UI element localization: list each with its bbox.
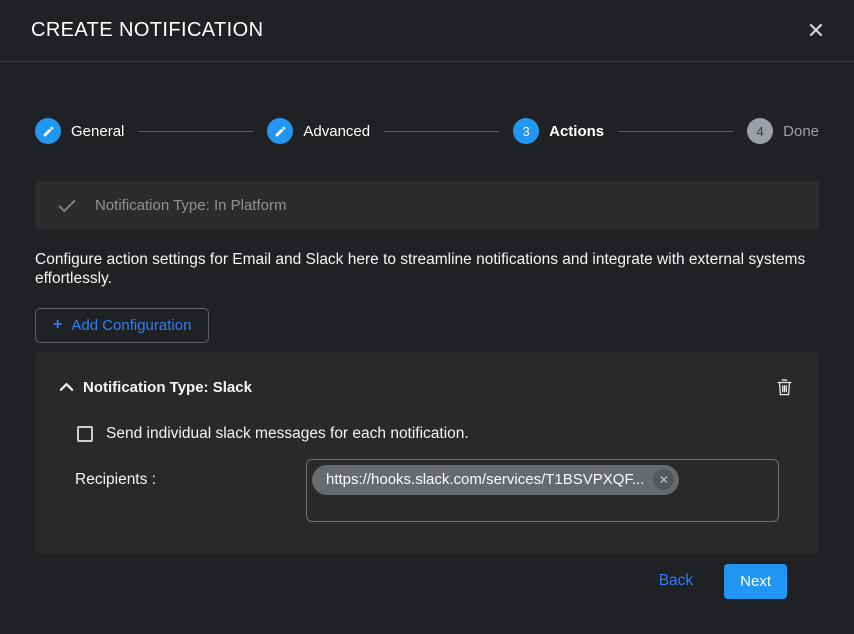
step-general[interactable]: General [35,118,124,144]
slack-panel-header: Notification Type: Slack [59,376,795,399]
step-number-badge: 4 [747,118,773,144]
step-number-badge: 3 [513,118,539,144]
step-done[interactable]: 4 Done [747,118,819,144]
close-icon[interactable]: ✕ [802,17,830,45]
stepper-connector [384,131,499,132]
modal-header: CREATE NOTIFICATION ✕ [0,0,854,62]
step-label-actions: Actions [549,123,604,140]
add-configuration-button[interactable]: + Add Configuration [35,308,209,343]
notification-type-label: Notification Type: In Platform [95,197,286,214]
plus-icon: + [53,317,62,333]
recipient-chip-text: https://hooks.slack.com/services/T1BSVPX… [326,471,644,488]
notification-type-bar: Notification Type: In Platform [35,181,819,230]
modal-footer: Back Next [35,564,819,599]
recipients-input[interactable]: https://hooks.slack.com/services/T1BSVPX… [306,459,779,522]
trash-icon[interactable] [774,376,795,399]
stepper-connector [138,131,253,132]
step-actions[interactable]: 3 Actions [513,118,604,144]
slack-panel-collapse-toggle[interactable]: Notification Type: Slack [59,379,252,396]
step-label-advanced: Advanced [303,123,370,140]
slack-configuration-panel: Notification Type: Slack Send individual… [35,352,819,554]
individual-messages-checkbox-label: Send individual slack messages for each … [106,425,469,443]
chevron-up-icon [59,382,74,392]
pencil-icon [267,118,293,144]
modal-body: General Advanced 3 Actions 4 Done [0,118,854,599]
next-button[interactable]: Next [724,564,787,599]
stepper-connector [618,131,733,132]
slack-panel-title: Notification Type: Slack [83,379,252,396]
checkbox-icon[interactable] [77,426,93,442]
step-label-done: Done [783,123,819,140]
create-notification-modal: CREATE NOTIFICATION ✕ General Advanced 3 [0,0,854,634]
chip-remove-icon[interactable]: ✕ [653,469,674,490]
back-button[interactable]: Back [657,566,695,596]
step-label-general: General [71,123,124,140]
add-configuration-label: Add Configuration [71,317,191,334]
individual-messages-checkbox-row[interactable]: Send individual slack messages for each … [77,425,795,443]
check-icon [56,195,78,217]
stepper: General Advanced 3 Actions 4 Done [35,118,819,144]
recipients-label: Recipients : [75,459,306,522]
modal-title: CREATE NOTIFICATION [31,19,263,42]
description-text: Configure action settings for Email and … [35,251,819,289]
step-advanced[interactable]: Advanced [267,118,370,144]
recipients-row: Recipients : https://hooks.slack.com/ser… [59,459,795,522]
pencil-icon [35,118,61,144]
recipient-chip: https://hooks.slack.com/services/T1BSVPX… [312,465,679,495]
